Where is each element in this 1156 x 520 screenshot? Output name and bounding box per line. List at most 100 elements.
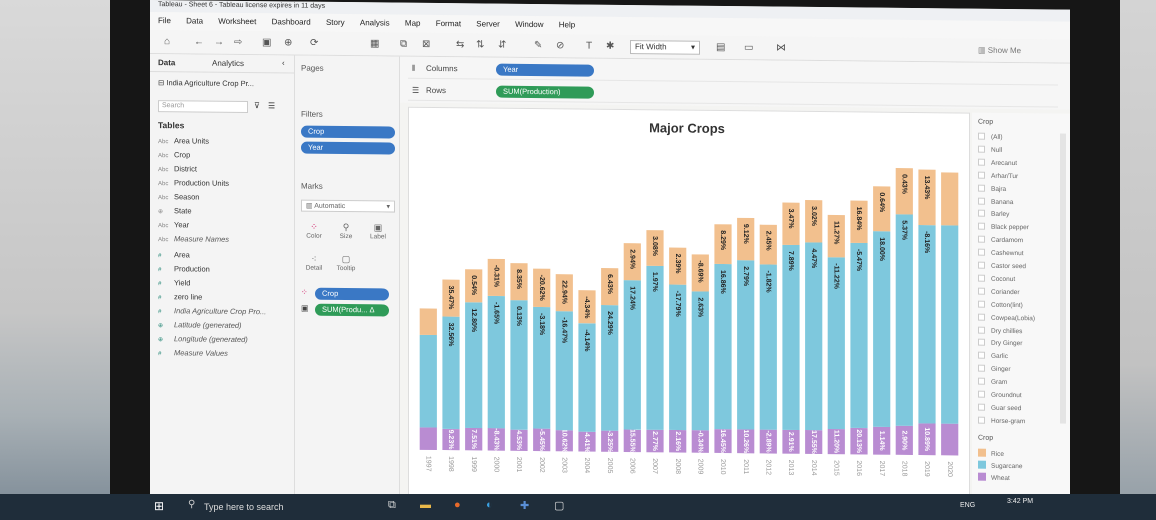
mark-type-select[interactable]: ▥ Automatic ▾ [301, 199, 395, 213]
menu-analysis[interactable]: Analysis [360, 18, 390, 27]
tooltip-button[interactable]: ▢ Tooltip [331, 254, 361, 272]
field-season[interactable]: Abc Season [158, 192, 199, 201]
presentation-icon[interactable]: ▭ [744, 42, 753, 53]
legend-scrollbar[interactable] [1060, 133, 1066, 424]
menu-format[interactable]: Format [436, 19, 461, 28]
search-input[interactable]: Search [158, 100, 248, 114]
file-explorer-icon[interactable]: ▬ [420, 499, 431, 511]
field-crop[interactable]: Abc Crop [158, 150, 190, 159]
datasource-item[interactable]: ⊟ India Agriculture Crop Pr... [158, 78, 254, 88]
highlight-icon[interactable]: ✎ [534, 40, 542, 51]
checkbox[interactable] [978, 364, 985, 372]
refresh-icon[interactable]: ⟳ [310, 38, 318, 49]
sort-asc-icon[interactable]: ⇅ [476, 39, 484, 50]
menu-story[interactable]: Story [326, 18, 345, 27]
tab-data[interactable]: Data [158, 58, 175, 67]
checkbox[interactable] [978, 184, 985, 192]
mark-pill-crop[interactable]: Crop [315, 287, 389, 301]
legend-rice[interactable]: Rice [978, 448, 1004, 458]
checkbox[interactable] [978, 274, 985, 282]
bar-rice[interactable] [419, 308, 437, 336]
show-me-button[interactable]: ▥ Show Me [978, 46, 1021, 55]
checkbox[interactable] [978, 377, 985, 385]
mark-pill-sum-production[interactable]: SUM(Produ... Δ [315, 303, 389, 317]
firefox-icon[interactable]: ● [454, 499, 461, 511]
pin-icon[interactable]: ✱ [606, 41, 614, 52]
clear-icon[interactable]: ⊠ [422, 39, 430, 50]
menu-server[interactable]: Server [476, 19, 500, 28]
redo-icon[interactable]: ⇨ [234, 37, 242, 48]
rows-shelf[interactable]: ☰ Rows SUM(Production) [408, 80, 1058, 108]
field-district[interactable]: Abc District [158, 164, 197, 173]
bar-sugarcane[interactable] [782, 244, 800, 431]
new-datasource-icon[interactable]: ⊕ [284, 37, 292, 48]
legend-filter-item[interactable]: (All) [978, 132, 1003, 141]
columns-pill-year[interactable]: Year [496, 63, 594, 77]
collapse-icon[interactable]: ‹ [282, 58, 285, 67]
menu-data[interactable]: Data [186, 16, 203, 25]
legend-filter-item[interactable]: Barley [978, 210, 1009, 218]
checkbox[interactable] [978, 171, 985, 179]
checkbox[interactable] [978, 132, 985, 140]
bar-sugarcane[interactable] [941, 225, 959, 424]
field-longitude[interactable]: ⊕ Longitude (generated) [158, 334, 248, 344]
checkbox[interactable] [978, 145, 985, 153]
menu-file[interactable]: File [158, 16, 171, 25]
legend-filter-item[interactable]: Dry chillies [978, 326, 1022, 335]
field-area[interactable]: # Area [158, 250, 190, 259]
detail-button[interactable]: ⁖ Detail [299, 254, 329, 272]
menu-worksheet[interactable]: Worksheet [218, 17, 256, 26]
filter-pill-crop[interactable]: Crop [301, 125, 395, 139]
checkbox[interactable] [978, 403, 985, 411]
field-zero-line[interactable]: # zero line [158, 292, 202, 301]
taskbar-search-input[interactable]: Type here to search [204, 502, 384, 518]
checkbox[interactable] [978, 261, 985, 269]
field-measure-names[interactable]: Abc Measure Names [158, 234, 229, 244]
forward-icon[interactable]: → [214, 37, 224, 48]
checkbox[interactable] [978, 390, 985, 398]
rows-pill-sum-production[interactable]: SUM(Production) [496, 85, 594, 99]
checkbox[interactable] [978, 416, 985, 424]
field-measure-values[interactable]: # Measure Values [158, 348, 228, 358]
checkbox[interactable] [978, 248, 985, 256]
legend-sugarcane[interactable]: Sugarcane [978, 460, 1022, 470]
edge-icon[interactable]: ◐ [486, 499, 493, 511]
color-button[interactable]: ⁘ Color [299, 222, 329, 240]
windows-start-icon[interactable]: ⊞ [154, 499, 164, 513]
home-icon[interactable]: ⌂ [164, 36, 170, 47]
checkbox[interactable] [978, 197, 985, 205]
bar-wheat[interactable] [419, 427, 437, 451]
legend-filter-item[interactable]: Banana [978, 197, 1013, 206]
legend-filter-item[interactable]: Bajra [978, 184, 1006, 193]
back-icon[interactable]: ← [194, 36, 204, 47]
legend-filter-item[interactable]: Cowpea(Lobia) [978, 313, 1035, 322]
legend-wheat[interactable]: Wheat [978, 472, 1010, 482]
legend-filter-item[interactable]: Ginger [978, 364, 1011, 373]
menu-dashboard[interactable]: Dashboard [272, 17, 311, 26]
checkbox[interactable] [978, 287, 985, 295]
share-icon[interactable]: ⋈ [776, 43, 786, 54]
fit-select[interactable]: Fit Width ▾ [630, 40, 700, 55]
bar-sugarcane[interactable] [805, 242, 823, 431]
checkbox[interactable] [978, 300, 985, 308]
sort-desc-icon[interactable]: ⇵ [498, 40, 506, 51]
menu-map[interactable]: Map [405, 19, 421, 28]
checkbox[interactable] [978, 339, 985, 347]
viz-area[interactable]: Major Crops 9.23% 32.56% 35.47% 7.51% 12.80%… [408, 106, 970, 503]
field-year[interactable]: Abc Year [158, 220, 189, 229]
label-button[interactable]: ▣ Label [363, 222, 393, 240]
legend-filter-item[interactable]: Castor seed [978, 261, 1026, 270]
checkbox[interactable] [978, 158, 985, 166]
menu-window[interactable]: Window [515, 20, 543, 29]
bar-wheat[interactable] [941, 423, 959, 456]
checkbox[interactable] [978, 313, 985, 321]
field-latitude[interactable]: ⊕ Latitude (generated) [158, 320, 242, 330]
legend-filter-item[interactable]: Coriander [978, 287, 1020, 296]
menu-help[interactable]: Help [559, 20, 575, 29]
field-state[interactable]: ⊕ State [158, 206, 192, 215]
bar-rice[interactable] [941, 172, 959, 226]
checkbox[interactable] [978, 235, 985, 243]
legend-filter-item[interactable]: Arhar/Tur [978, 171, 1018, 180]
legend-filter-item[interactable]: Garlic [978, 351, 1008, 360]
cards-icon[interactable]: ▤ [716, 42, 725, 53]
